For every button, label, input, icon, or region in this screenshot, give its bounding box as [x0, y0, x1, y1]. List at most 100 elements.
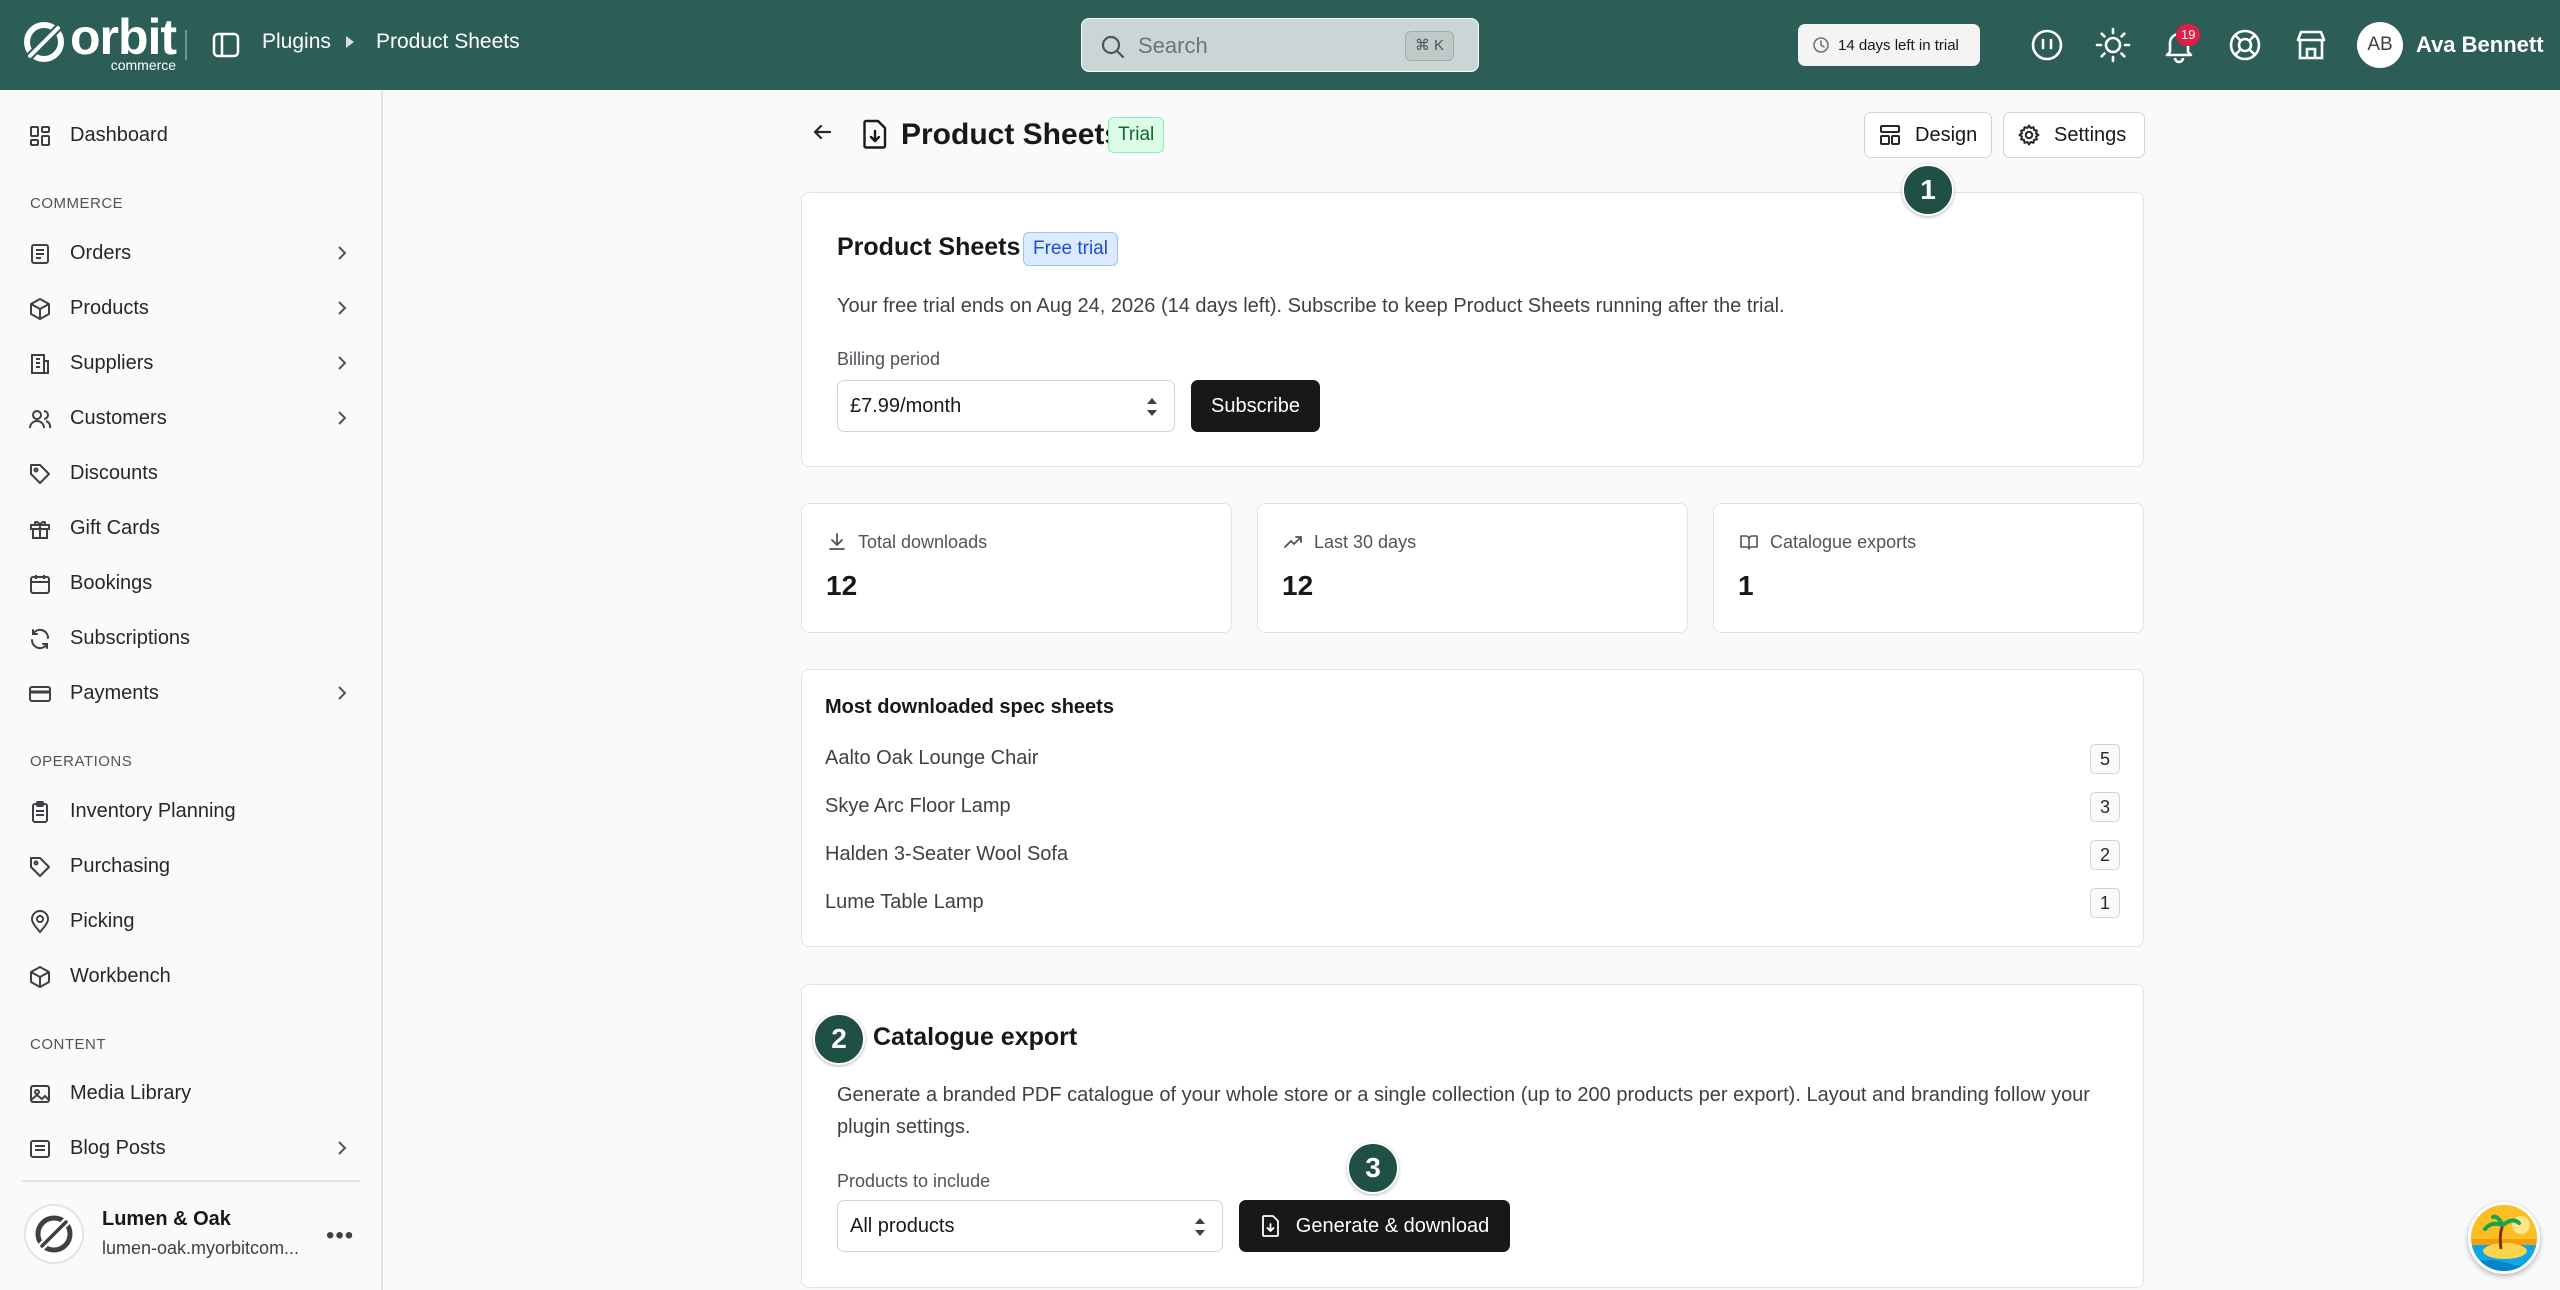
- sidebar-item-label: Products: [70, 297, 149, 319]
- chevron-right-icon: [338, 1141, 347, 1155]
- design-button[interactable]: Design: [1864, 112, 1992, 158]
- logo-word: orbit: [70, 9, 177, 65]
- settings-button[interactable]: Settings: [2003, 112, 2145, 158]
- products-to-include-select[interactable]: All products: [837, 1200, 1223, 1252]
- store-logo-icon: [35, 1215, 73, 1253]
- sidebar-item-customers[interactable]: Customers: [0, 395, 383, 441]
- free-trial-badge: Free trial: [1023, 232, 1118, 266]
- assistant-launcher-button[interactable]: [2468, 1202, 2540, 1274]
- sidebar-item-label: Picking: [70, 910, 135, 932]
- list-item[interactable]: Skye Arc Floor Lamp 3: [825, 791, 2120, 825]
- list-item[interactable]: Lume Table Lamp 1: [825, 887, 2120, 921]
- sidebar-item-label: Bookings: [70, 572, 153, 594]
- back-arrow-icon[interactable]: [810, 120, 834, 144]
- billing-period-select[interactable]: £7.99/month: [837, 380, 1175, 432]
- notification-badge: 19: [2176, 24, 2201, 46]
- sidebar-item-orders[interactable]: Orders: [0, 230, 383, 276]
- search-box[interactable]: ⌘ K: [1081, 18, 1479, 72]
- sidebar-item-label: Blog Posts: [70, 1137, 166, 1159]
- gear-icon: [2018, 124, 2040, 146]
- catalogue-description-line1: Generate a branded PDF catalogue of your…: [837, 1084, 2090, 1106]
- sidebar-item-bookings[interactable]: Bookings: [0, 560, 383, 606]
- status-badge: Trial: [1108, 117, 1165, 153]
- sidebar-item-purchasing[interactable]: Purchasing: [0, 843, 383, 889]
- pin-icon: [30, 910, 50, 934]
- breadcrumb-plugins[interactable]: Plugins: [262, 30, 331, 54]
- design-button-label: Design: [1915, 123, 1978, 146]
- sidebar: Dashboard COMMERCE Orders Products Suppl…: [0, 90, 383, 1290]
- gift-icon: [30, 521, 50, 539]
- sidebar-item-label: Payments: [70, 682, 159, 704]
- sun-icon[interactable]: [2094, 26, 2132, 64]
- more-options-icon[interactable]: •••: [326, 1222, 354, 1250]
- chevron-right-icon: [338, 356, 347, 370]
- sheet-count-badge: 5: [2090, 744, 2120, 774]
- box-icon: [30, 298, 50, 320]
- step-marker-1: 1: [1902, 164, 1954, 216]
- select-arrows-icon: [1195, 1218, 1205, 1236]
- list-item[interactable]: Halden 3-Seater Wool Sofa 2: [825, 839, 2120, 873]
- sidebar-item-label: Workbench: [70, 965, 171, 987]
- refresh-icon: [30, 628, 50, 650]
- chevron-right-icon: [338, 246, 347, 260]
- catalogue-title: Catalogue export: [873, 1023, 1078, 1051]
- stat-label: Last 30 days: [1314, 532, 1417, 552]
- stat-label: Total downloads: [858, 532, 988, 552]
- list-item[interactable]: Aalto Oak Lounge Chair 5: [825, 743, 2120, 777]
- orbit-logo[interactable]: orbit commerce: [22, 12, 177, 72]
- breadcrumb-separator-icon: [346, 36, 354, 48]
- sidebar-item-products[interactable]: Products: [0, 285, 383, 331]
- sidebar-item-label: Purchasing: [70, 855, 171, 877]
- help-lifebuoy-icon[interactable]: [2226, 26, 2264, 64]
- page-title: Product Sheets: [901, 118, 1122, 151]
- trial-message: Your free trial ends on Aug 24, 2026 (14…: [837, 295, 1785, 317]
- products-to-include-label: Products to include: [837, 1171, 991, 1191]
- sidebar-item-picking[interactable]: Picking: [0, 898, 383, 944]
- dashboard-icon: [30, 126, 50, 146]
- robot-icon[interactable]: [2028, 26, 2066, 64]
- avatar[interactable]: AB: [2357, 22, 2403, 68]
- sheet-count-badge: 3: [2090, 792, 2120, 822]
- sidebar-item-media-library[interactable]: Media Library: [0, 1070, 383, 1116]
- sidebar-item-payments[interactable]: Payments: [0, 670, 383, 716]
- stat-value: 12: [1282, 570, 1314, 601]
- sidebar-item-inventory-planning[interactable]: Inventory Planning: [0, 788, 383, 834]
- billing-period-value: £7.99/month: [850, 395, 962, 417]
- sidebar-item-suppliers[interactable]: Suppliers: [0, 340, 383, 386]
- subscription-title: Product Sheets: [837, 233, 1021, 261]
- select-arrows-icon: [1147, 398, 1157, 416]
- sidebar-item-workbench[interactable]: Workbench: [0, 953, 383, 999]
- clock-icon: [1813, 37, 1829, 53]
- store-name[interactable]: Lumen & Oak: [102, 1208, 231, 1231]
- sidebar-item-dashboard[interactable]: Dashboard: [0, 112, 383, 158]
- sidebar-item-subscriptions[interactable]: Subscriptions: [0, 615, 383, 661]
- billing-period-label: Billing period: [837, 349, 941, 369]
- trending-up-icon: [1284, 536, 1302, 548]
- sidebar-item-label: Inventory Planning: [70, 800, 236, 822]
- sidebar-section-content: CONTENT: [30, 1036, 106, 1053]
- settings-button-label: Settings: [2054, 123, 2127, 146]
- store-url: lumen-oak.myorbitcom...: [102, 1238, 300, 1258]
- sidebar-item-label: Orders: [70, 242, 132, 264]
- generate-download-label: Generate & download: [1295, 1214, 1490, 1237]
- calendar-icon: [30, 575, 50, 594]
- sidebar-item-gift-cards[interactable]: Gift Cards: [0, 505, 383, 551]
- sidebar-toggle-icon[interactable]: [210, 29, 242, 61]
- sheet-count-badge: 1: [2090, 888, 2120, 918]
- sidebar-item-label: Gift Cards: [70, 517, 161, 539]
- stat-total-downloads: Total downloads 12: [801, 503, 1232, 633]
- store-logo[interactable]: [24, 1204, 84, 1264]
- orders-icon: [31, 244, 49, 264]
- stat-last-30-days: Last 30 days 12: [1257, 503, 1688, 633]
- trial-days-pill[interactable]: 14 days left in trial: [1798, 24, 1980, 66]
- sidebar-item-blog-posts[interactable]: Blog Posts: [0, 1125, 383, 1171]
- storefront-icon[interactable]: [2292, 26, 2330, 64]
- generate-download-button[interactable]: Generate & download: [1239, 1200, 1510, 1252]
- user-name[interactable]: Ava Bennett: [2416, 32, 2544, 58]
- tag-icon: [30, 857, 50, 877]
- subscribe-button[interactable]: Subscribe: [1191, 380, 1320, 432]
- sidebar-item-discounts[interactable]: Discounts: [0, 450, 383, 496]
- card-icon: [29, 686, 51, 702]
- trial-days-text: 14 days left in trial: [1838, 36, 1959, 54]
- search-input[interactable]: [1138, 31, 1378, 61]
